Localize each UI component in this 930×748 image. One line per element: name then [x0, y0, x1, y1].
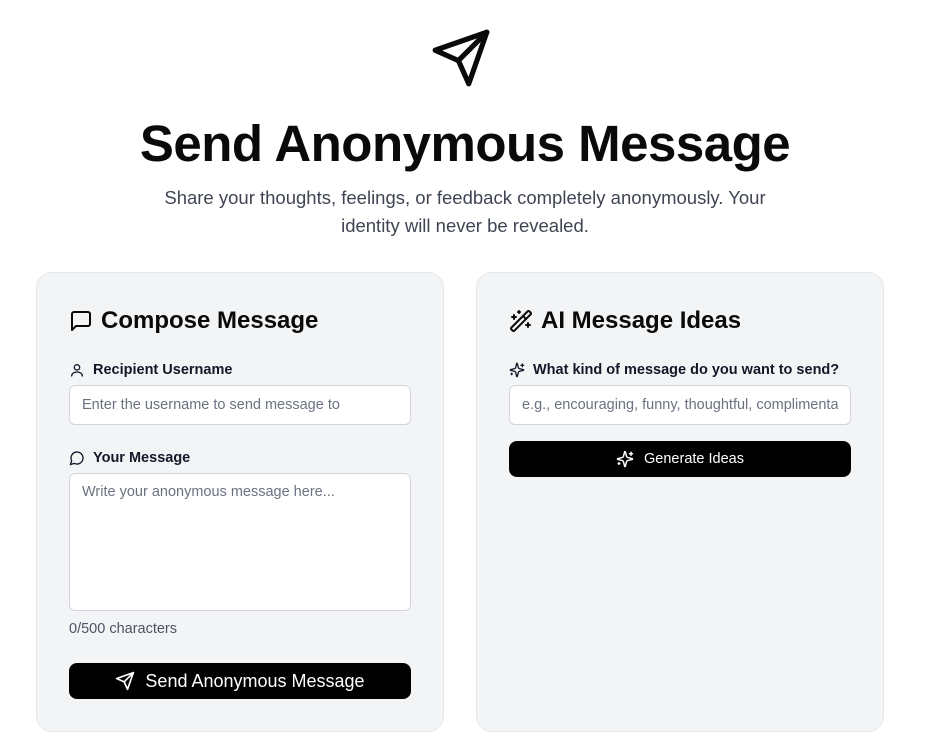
ai-card-title: AI Message Ideas	[541, 307, 742, 334]
message-type-input[interactable]	[509, 385, 851, 425]
generate-ideas-button[interactable]: Generate Ideas	[509, 441, 851, 477]
compose-message-card: Compose Message Recipient Username Your …	[36, 272, 444, 732]
message-circle-icon	[69, 451, 84, 466]
send-icon	[116, 671, 135, 691]
page-title: Send Anonymous Message	[139, 115, 791, 172]
send-icon	[432, 29, 490, 87]
character-count: 0/500 characters	[69, 621, 178, 637]
message-textarea[interactable]	[69, 473, 411, 611]
page-subtitle: Share your thoughts, feelings, or feedba…	[164, 187, 766, 236]
message-square-icon	[71, 311, 91, 331]
recipient-label: Recipient Username	[69, 360, 232, 380]
message-label: Your Message	[69, 448, 190, 468]
generate-ideas-label: Generate Ideas	[644, 451, 744, 467]
message-label-text: Your Message	[93, 450, 191, 466]
recipient-username-input[interactable]	[69, 385, 411, 425]
ai-message-ideas-card: AI Message Ideas What kind of message do…	[476, 272, 884, 732]
message-type-label-text: What kind of message do you want to send…	[533, 362, 840, 378]
ai-card-header: AI Message Ideas	[509, 306, 741, 336]
send-anonymous-message-button[interactable]: Send Anonymous Message	[69, 663, 411, 699]
sparkles-icon	[616, 450, 634, 468]
page: Send Anonymous Message Share your though…	[0, 0, 930, 748]
send-button-label: Send Anonymous Message	[145, 670, 365, 691]
wand-sparkles-icon	[510, 310, 532, 332]
compose-card-title: Compose Message	[101, 307, 319, 334]
compose-card-header: Compose Message	[69, 306, 318, 336]
message-type-label: What kind of message do you want to send…	[509, 360, 839, 380]
sparkles-icon	[509, 362, 525, 378]
recipient-label-text: Recipient Username	[93, 362, 233, 378]
user-icon	[71, 364, 83, 377]
